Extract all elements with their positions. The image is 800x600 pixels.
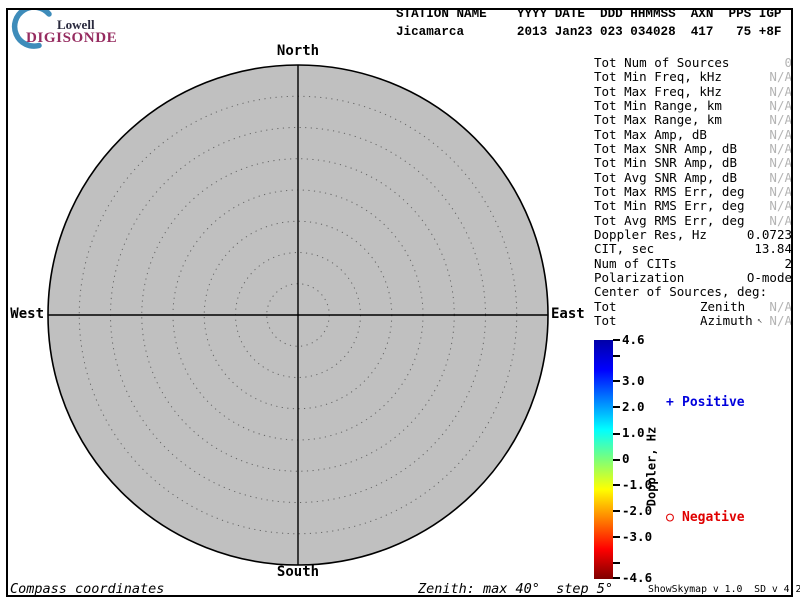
table-row: Doppler Res, Hz 0.0723 bbox=[594, 228, 794, 242]
colorbar-tick bbox=[613, 406, 620, 408]
colorbar-tick bbox=[613, 459, 620, 461]
colorbar-tick bbox=[613, 339, 620, 341]
table-value: N/A bbox=[769, 142, 792, 156]
table-row: Tot Max Amp, dB N/A bbox=[594, 128, 794, 142]
table-row: Center of Sources, deg: bbox=[594, 285, 794, 299]
table-label: Tot Max RMS Err, deg bbox=[594, 185, 745, 199]
table-label: Doppler Res, Hz bbox=[594, 228, 707, 242]
table-label: Tot Avg SNR Amp, dB bbox=[594, 171, 737, 185]
table-row: Tot Max Range, km N/A bbox=[594, 113, 794, 127]
table-value: O-mode bbox=[747, 271, 792, 285]
table-value: N/A bbox=[769, 70, 792, 84]
table-row: Tot Min SNR Amp, dB N/A bbox=[594, 156, 794, 170]
coordinates-mode-label: Compass coordinates bbox=[10, 581, 164, 597]
compass-label-north: North bbox=[258, 43, 338, 59]
table-value: N/A bbox=[769, 171, 792, 185]
table-row: Tot Azimuth ↖ N/A bbox=[594, 314, 794, 328]
table-label: Tot Avg RMS Err, deg bbox=[594, 214, 745, 228]
table-label: Tot bbox=[594, 300, 617, 314]
colorbar-tick bbox=[613, 380, 620, 382]
table-row: CIT, sec 13.84 bbox=[594, 242, 794, 256]
table-label: Polarization bbox=[594, 271, 684, 285]
table-row: Tot Avg SNR Amp, dB N/A bbox=[594, 171, 794, 185]
table-row: Tot Max SNR Amp, dB N/A bbox=[594, 142, 794, 156]
table-label: Tot Min Freq, kHz bbox=[594, 70, 722, 84]
table-value: N/A bbox=[769, 156, 792, 170]
table-value: 2 bbox=[784, 257, 792, 271]
table-value: N/A bbox=[769, 214, 792, 228]
colorbar-tick bbox=[613, 484, 620, 486]
table-label: Center of Sources, deg: bbox=[594, 285, 767, 299]
table-label: Num of CITs bbox=[594, 257, 677, 271]
legend-negative-label: Negative bbox=[682, 510, 745, 525]
colorbar-tick bbox=[613, 510, 620, 512]
table-sublabel: Zenith bbox=[700, 300, 745, 314]
colorbar-tick bbox=[613, 536, 620, 538]
colorbar-tick-label: 1.0 bbox=[622, 426, 645, 440]
table-value: N/A bbox=[769, 185, 792, 199]
colorbar-tick bbox=[613, 355, 620, 357]
compass-label-south: South bbox=[258, 564, 338, 580]
table-label: Tot Min Range, km bbox=[594, 99, 722, 113]
table-label: Tot Min RMS Err, deg bbox=[594, 199, 745, 213]
colorbar-tick bbox=[613, 433, 620, 435]
circle-marker-icon: ○ bbox=[666, 510, 682, 525]
compass-label-west: West bbox=[0, 306, 44, 322]
table-value: N/A bbox=[769, 113, 792, 127]
table-row: Tot Zenith N/A bbox=[594, 300, 794, 314]
table-sublabel: Azimuth bbox=[700, 314, 753, 328]
station-header-columns: STATION NAME YYYY DATE DDD HHMMSS AXN PP… bbox=[396, 7, 781, 22]
table-value: N/A bbox=[769, 128, 792, 142]
colorbar-tick-label: 4.6 bbox=[622, 333, 645, 347]
table-value: N/A bbox=[769, 314, 792, 328]
table-label: Tot Max Amp, dB bbox=[594, 128, 707, 142]
logo-digisonde-text: DIGISONDE bbox=[26, 30, 117, 47]
table-value: N/A bbox=[769, 300, 792, 314]
table-value: 13.84 bbox=[754, 242, 792, 256]
table-label: Tot Min SNR Amp, dB bbox=[594, 156, 737, 170]
table-row: Tot Avg RMS Err, deg N/A bbox=[594, 214, 794, 228]
table-row: Tot Max RMS Err, deg N/A bbox=[594, 185, 794, 199]
table-row: Tot Min Range, km N/A bbox=[594, 99, 794, 113]
legend-positive: +Positive bbox=[666, 395, 745, 410]
colorbar-tick-label: -3.0 bbox=[622, 530, 652, 544]
colorbar-tick-label: 2.0 bbox=[622, 400, 645, 414]
azimuth-arrow-icon: ↖ bbox=[757, 314, 762, 328]
program-version-label: ShowSkymap v 1.0 SD v 4.2 bbox=[648, 584, 800, 595]
legend-negative: ○Negative bbox=[666, 510, 745, 525]
table-label: Tot bbox=[594, 314, 617, 328]
station-header-values: Jicamarca 2013 Jan23 023 034028 417 75 +… bbox=[396, 25, 781, 40]
table-row: Tot Min RMS Err, deg N/A bbox=[594, 199, 794, 213]
zenith-range-label: Zenith: max 40° step 5° bbox=[418, 581, 613, 597]
colorbar-tick-label: -4.6 bbox=[622, 571, 652, 585]
legend-positive-label: Positive bbox=[682, 395, 745, 410]
table-row: Num of CITs 2 bbox=[594, 257, 794, 271]
colorbar-tick bbox=[613, 577, 620, 579]
colorbar-axis-title: Doppler, Hz bbox=[645, 407, 660, 527]
doppler-colorbar bbox=[594, 340, 613, 579]
table-label: Tot Num of Sources bbox=[594, 56, 729, 70]
colorbar-tick bbox=[613, 562, 620, 564]
colorbar-tick-label: 0 bbox=[622, 452, 630, 466]
table-label: CIT, sec bbox=[594, 242, 654, 256]
lowell-digisonde-logo: Lowell DIGISONDE bbox=[8, 6, 158, 50]
table-value: N/A bbox=[769, 85, 792, 99]
table-value: 0 bbox=[784, 56, 792, 70]
table-label: Tot Max Range, km bbox=[594, 113, 722, 127]
table-value: N/A bbox=[769, 199, 792, 213]
table-row: Tot Num of Sources 0 bbox=[594, 56, 794, 70]
colorbar-tick-label: 3.0 bbox=[622, 374, 645, 388]
table-row: Tot Max Freq, kHz N/A bbox=[594, 85, 794, 99]
table-value: 0.0723 bbox=[747, 228, 792, 242]
table-row: Polarization O-mode bbox=[594, 271, 794, 285]
plus-marker-icon: + bbox=[666, 395, 682, 410]
table-row: Tot Min Freq, kHz N/A bbox=[594, 70, 794, 84]
table-label: Tot Max SNR Amp, dB bbox=[594, 142, 737, 156]
table-label: Tot Max Freq, kHz bbox=[594, 85, 722, 99]
table-value: N/A bbox=[769, 99, 792, 113]
